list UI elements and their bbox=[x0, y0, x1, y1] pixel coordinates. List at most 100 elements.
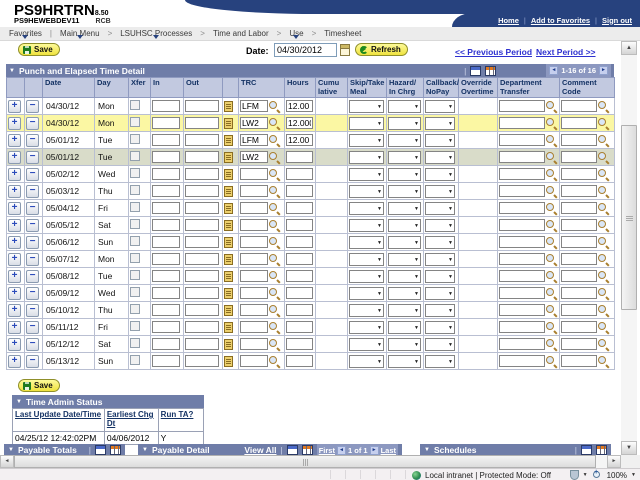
scroll-down-icon[interactable]: ▼ bbox=[621, 441, 637, 455]
in-input[interactable] bbox=[152, 219, 180, 231]
trc-detail-icon[interactable] bbox=[224, 288, 233, 299]
skip-take-meal-dropdown[interactable]: ▼ bbox=[349, 168, 384, 181]
add-row-button[interactable]: + bbox=[8, 338, 21, 351]
trc-input[interactable] bbox=[240, 338, 268, 350]
in-input[interactable] bbox=[152, 270, 180, 282]
callback-nopay-dropdown[interactable]: ▼ bbox=[425, 151, 455, 164]
delete-row-button[interactable]: − bbox=[26, 219, 39, 232]
comment-code-input[interactable] bbox=[561, 100, 597, 112]
download-grid-icon[interactable] bbox=[596, 445, 607, 455]
pager-previous-icon[interactable]: ◄ bbox=[549, 66, 558, 75]
breadcrumb-item-main-menu[interactable]: Main Menu bbox=[58, 29, 102, 38]
save-button[interactable]: Save bbox=[18, 43, 60, 56]
department-lookup-icon[interactable] bbox=[545, 270, 557, 282]
department-transfer-input[interactable] bbox=[499, 253, 545, 265]
add-row-button[interactable]: + bbox=[8, 287, 21, 300]
comment-code-input[interactable] bbox=[561, 185, 597, 197]
hazard-in-chrg-dropdown[interactable]: ▼ bbox=[388, 117, 421, 130]
download-grid-icon[interactable] bbox=[485, 66, 496, 76]
out-input[interactable] bbox=[185, 202, 219, 214]
skip-take-meal-dropdown[interactable]: ▼ bbox=[349, 270, 384, 283]
department-transfer-input[interactable] bbox=[499, 100, 545, 112]
department-transfer-input[interactable] bbox=[499, 270, 545, 282]
hours-input[interactable] bbox=[286, 134, 313, 146]
trc-input[interactable] bbox=[240, 117, 268, 129]
department-lookup-icon[interactable] bbox=[545, 219, 557, 231]
department-lookup-icon[interactable] bbox=[545, 287, 557, 299]
in-input[interactable] bbox=[152, 151, 180, 163]
skip-take-meal-dropdown[interactable]: ▼ bbox=[349, 253, 384, 266]
skip-take-meal-dropdown[interactable]: ▼ bbox=[349, 338, 384, 351]
hazard-in-chrg-dropdown[interactable]: ▼ bbox=[388, 151, 421, 164]
trc-detail-icon[interactable] bbox=[224, 339, 233, 350]
in-input[interactable] bbox=[152, 100, 180, 112]
hazard-in-chrg-dropdown[interactable]: ▼ bbox=[388, 338, 421, 351]
comment-lookup-icon[interactable] bbox=[597, 185, 609, 197]
callback-nopay-dropdown[interactable]: ▼ bbox=[425, 236, 455, 249]
hazard-in-chrg-dropdown[interactable]: ▼ bbox=[388, 236, 421, 249]
skip-take-meal-dropdown[interactable]: ▼ bbox=[349, 117, 384, 130]
add-row-button[interactable]: + bbox=[8, 219, 21, 232]
hazard-in-chrg-dropdown[interactable]: ▼ bbox=[388, 321, 421, 334]
trc-detail-icon[interactable] bbox=[224, 186, 233, 197]
department-transfer-input[interactable] bbox=[499, 287, 545, 299]
trc-lookup-icon[interactable] bbox=[268, 117, 280, 129]
skip-take-meal-dropdown[interactable]: ▼ bbox=[349, 151, 384, 164]
hours-input[interactable] bbox=[286, 117, 313, 129]
xfer-checkbox[interactable] bbox=[130, 219, 140, 229]
out-input[interactable] bbox=[185, 321, 219, 333]
in-input[interactable] bbox=[152, 355, 180, 367]
date-input[interactable] bbox=[274, 43, 337, 57]
comment-lookup-icon[interactable] bbox=[597, 117, 609, 129]
sign-out-link[interactable]: Sign out bbox=[602, 16, 632, 25]
hazard-in-chrg-dropdown[interactable]: ▼ bbox=[388, 253, 421, 266]
first-link[interactable]: First bbox=[319, 446, 335, 455]
in-input[interactable] bbox=[152, 117, 180, 129]
in-input[interactable] bbox=[152, 185, 180, 197]
department-transfer-input[interactable] bbox=[499, 202, 545, 214]
add-row-button[interactable]: + bbox=[8, 253, 21, 266]
last-link[interactable]: Last bbox=[381, 446, 396, 455]
xfer-checkbox[interactable] bbox=[130, 287, 140, 297]
add-row-button[interactable]: + bbox=[8, 304, 21, 317]
out-input[interactable] bbox=[185, 185, 219, 197]
department-transfer-input[interactable] bbox=[499, 151, 545, 163]
department-lookup-icon[interactable] bbox=[545, 236, 557, 248]
trc-input[interactable] bbox=[240, 168, 268, 180]
trc-input[interactable] bbox=[240, 134, 268, 146]
in-input[interactable] bbox=[152, 304, 180, 316]
comment-code-input[interactable] bbox=[561, 355, 597, 367]
delete-row-button[interactable]: − bbox=[26, 321, 39, 334]
comment-lookup-icon[interactable] bbox=[597, 202, 609, 214]
trc-detail-icon[interactable] bbox=[224, 118, 233, 129]
hours-input[interactable] bbox=[286, 185, 313, 197]
trc-detail-icon[interactable] bbox=[224, 254, 233, 265]
in-input[interactable] bbox=[152, 134, 180, 146]
trc-lookup-icon[interactable] bbox=[268, 270, 280, 282]
hours-input[interactable] bbox=[286, 287, 313, 299]
trc-input[interactable] bbox=[240, 202, 268, 214]
out-input[interactable] bbox=[185, 287, 219, 299]
out-input[interactable] bbox=[185, 270, 219, 282]
last-update-link[interactable]: Last Update Date/Time bbox=[15, 410, 101, 419]
collapse-section-icon[interactable]: ▼ bbox=[424, 447, 430, 453]
add-row-button[interactable]: + bbox=[8, 321, 21, 334]
trc-lookup-icon[interactable] bbox=[268, 219, 280, 231]
comment-code-input[interactable] bbox=[561, 117, 597, 129]
callback-nopay-dropdown[interactable]: ▼ bbox=[425, 134, 455, 147]
callback-nopay-dropdown[interactable]: ▼ bbox=[425, 117, 455, 130]
delete-row-button[interactable]: − bbox=[26, 117, 39, 130]
hazard-in-chrg-dropdown[interactable]: ▼ bbox=[388, 219, 421, 232]
trc-input[interactable] bbox=[240, 236, 268, 248]
trc-lookup-icon[interactable] bbox=[268, 134, 280, 146]
smartscreen-icon[interactable] bbox=[570, 470, 579, 480]
comment-code-input[interactable] bbox=[561, 219, 597, 231]
skip-take-meal-dropdown[interactable]: ▼ bbox=[349, 134, 384, 147]
comment-lookup-icon[interactable] bbox=[597, 304, 609, 316]
xfer-checkbox[interactable] bbox=[130, 168, 140, 178]
trc-input[interactable] bbox=[240, 355, 268, 367]
department-transfer-input[interactable] bbox=[499, 338, 545, 350]
trc-lookup-icon[interactable] bbox=[268, 185, 280, 197]
department-transfer-input[interactable] bbox=[499, 304, 545, 316]
callback-nopay-dropdown[interactable]: ▼ bbox=[425, 304, 455, 317]
